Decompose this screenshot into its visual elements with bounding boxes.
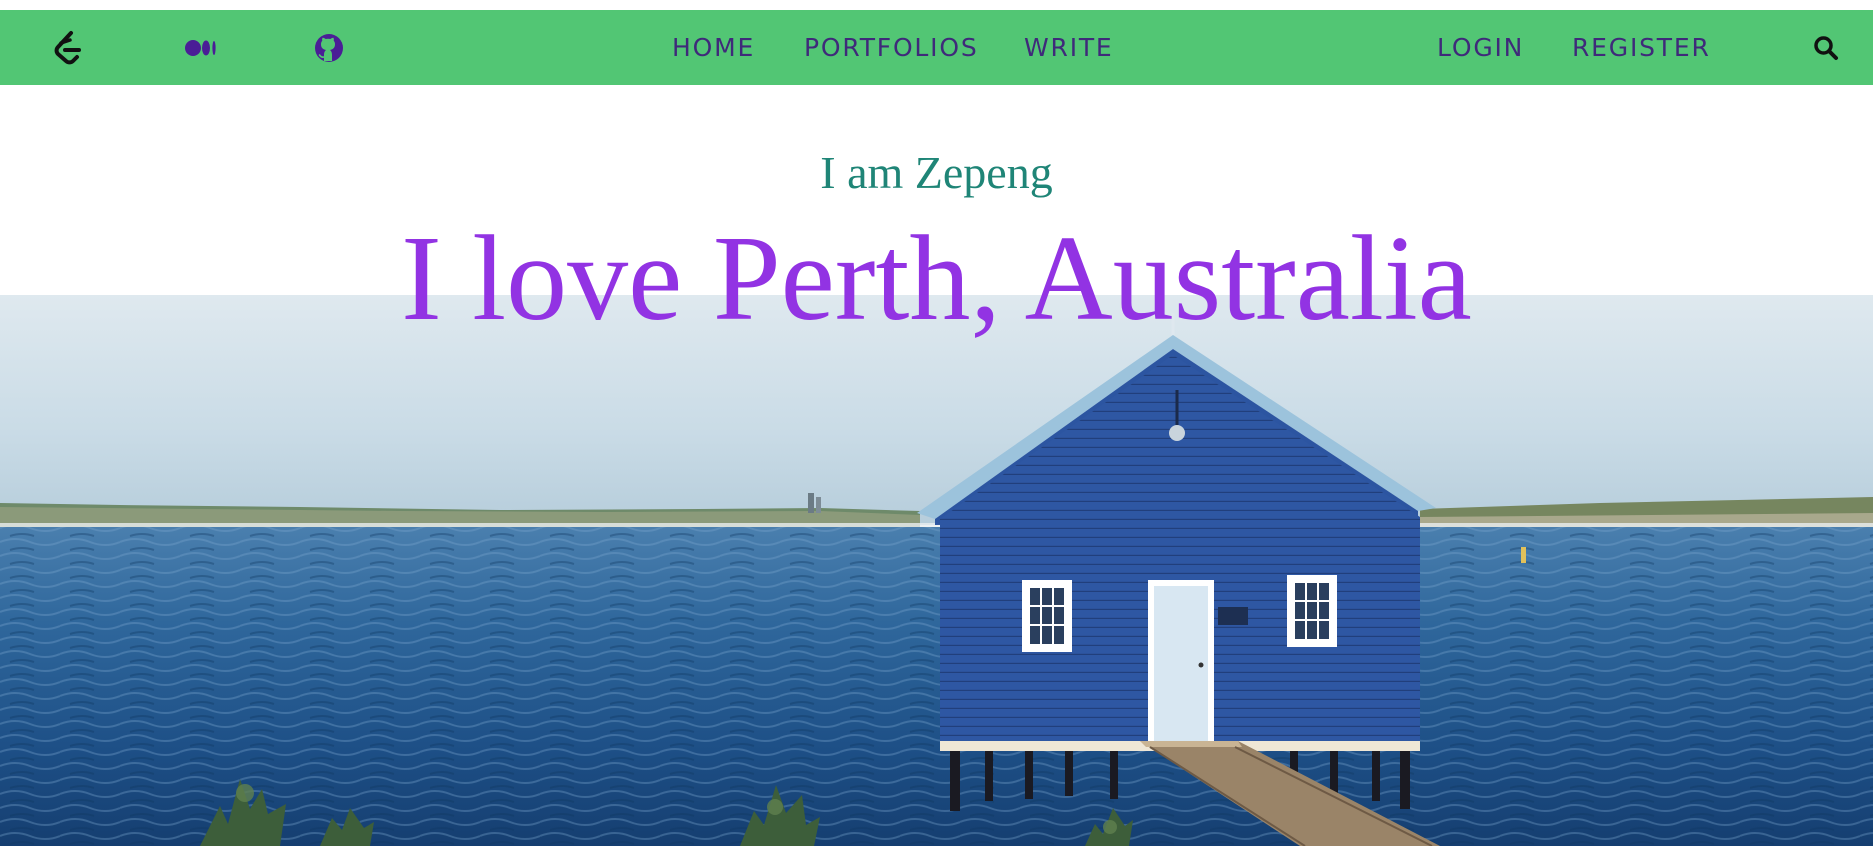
nav-portfolios-link[interactable]: PORTFOLIOS xyxy=(804,10,978,85)
leetcode-icon[interactable] xyxy=(48,10,88,85)
nav-write-link[interactable]: WRITE xyxy=(1024,10,1114,85)
top-navbar: HOME PORTFOLIOS WRITE LOGIN REGISTER xyxy=(0,10,1873,85)
boathouse-on-river-photo xyxy=(0,295,1873,846)
nav-home-link[interactable]: HOME xyxy=(672,10,755,85)
hero-subtitle: I am Zepeng xyxy=(820,147,1053,198)
nav-register-link[interactable]: REGISTER xyxy=(1572,10,1711,85)
hero-image xyxy=(0,295,1873,846)
github-icon[interactable] xyxy=(312,10,346,85)
nav-login-link[interactable]: LOGIN xyxy=(1437,10,1524,85)
search-icon[interactable] xyxy=(1810,10,1842,85)
hero-headline: I love Perth, Australia xyxy=(401,211,1472,346)
medium-icon[interactable] xyxy=(183,10,219,85)
